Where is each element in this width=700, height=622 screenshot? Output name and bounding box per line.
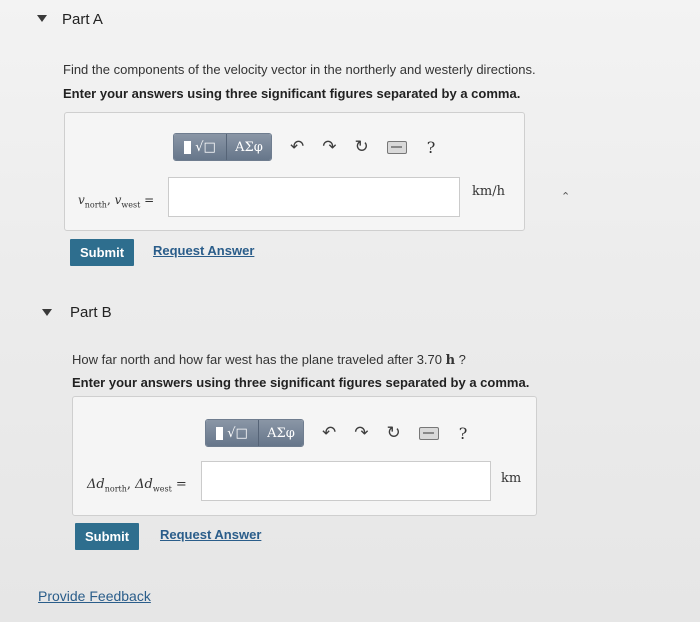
part-a-collapse-icon[interactable] [37,15,47,22]
templates-label: √□ [195,139,216,155]
cursor-icon: ⌃ [561,191,571,203]
part-b-answer-box: √□ ΑΣφ ↶ ↷ ↻ ? Δdnorth, Δdwest = km [72,396,537,516]
help-icon[interactable]: ? [459,424,468,443]
part-b-unit: km [501,471,522,486]
templates-button[interactable]: √□ [174,134,226,160]
part-a-answer-input[interactable] [168,177,460,217]
part-a-unit: km/h [472,184,505,199]
templates-button[interactable]: √□ [206,420,258,446]
undo-icon[interactable]: ↶ [322,423,336,443]
redo-icon[interactable]: ↷ [354,423,368,443]
part-a-answer-label: vnorth, vwest = [78,193,155,210]
reset-icon[interactable]: ↻ [355,137,369,157]
undo-icon[interactable]: ↶ [290,137,304,157]
template-block-icon [184,140,192,154]
part-b-submit-button[interactable]: Submit [75,523,139,550]
part-a-title[interactable]: Part A [62,11,103,28]
part-a-toolbar: √□ ΑΣφ ↶ ↷ ↻ ? [173,133,435,161]
part-b-answer-input[interactable] [201,461,491,501]
part-b-collapse-icon[interactable] [42,309,52,316]
part-a-submit-button[interactable]: Submit [70,239,134,266]
help-icon[interactable]: ? [427,138,436,157]
part-b-answer-label: Δdnorth, Δdwest = [87,477,187,494]
part-b-instruction: Enter your answers using three significa… [72,375,530,390]
part-b-toolbar: √□ ΑΣφ ↶ ↷ ↻ ? [205,419,467,447]
part-a-instruction: Enter your answers using three significa… [63,86,521,101]
templates-label: √□ [227,425,248,441]
greek-button[interactable]: ΑΣφ [258,420,303,446]
part-b-title[interactable]: Part B [70,304,112,321]
redo-icon[interactable]: ↷ [322,137,336,157]
keyboard-icon[interactable] [418,426,439,440]
part-b-template-group: √□ ΑΣφ [205,419,304,447]
part-a-template-group: √□ ΑΣφ [173,133,272,161]
greek-button[interactable]: ΑΣφ [226,134,271,160]
part-b-question: How far north and how far west has the p… [72,352,466,368]
part-a-answer-box: √□ ΑΣφ ↶ ↷ ↻ ? vnorth, vwest = km/h [64,112,525,231]
template-block-icon [216,426,224,440]
part-b-request-answer-link[interactable]: Request Answer [160,527,261,542]
provide-feedback-link[interactable]: Provide Feedback [38,588,151,604]
reset-icon[interactable]: ↻ [387,423,401,443]
part-a-request-answer-link[interactable]: Request Answer [153,243,254,258]
keyboard-icon[interactable] [386,140,407,154]
part-a-question: Find the components of the velocity vect… [63,62,536,77]
